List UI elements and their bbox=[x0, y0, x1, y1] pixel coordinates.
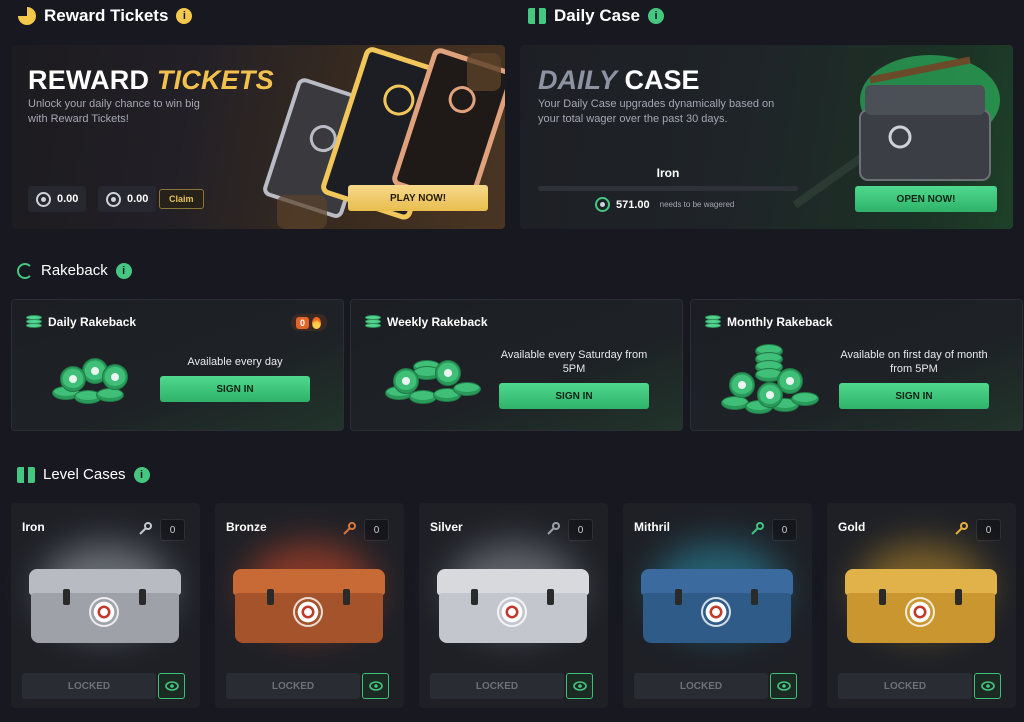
weekly-rakeback-description: Available every Saturday from 5PM bbox=[500, 349, 648, 375]
case-chest-image bbox=[845, 569, 997, 644]
case-chest-image bbox=[29, 569, 181, 644]
wager-progress-bar bbox=[538, 186, 798, 191]
eye-icon bbox=[776, 681, 791, 691]
key-count: 0 bbox=[160, 519, 185, 541]
case-name: Mithril bbox=[634, 520, 670, 534]
coin-pile-illustration bbox=[721, 338, 821, 418]
key-icon bbox=[955, 522, 968, 535]
monthly-rakeback-sign-in-button[interactable]: SIGN IN bbox=[839, 383, 989, 409]
coin-stack-icon bbox=[365, 315, 381, 329]
case-chest-image bbox=[233, 569, 385, 644]
gift-icon bbox=[528, 8, 546, 24]
ticket-coin-icon bbox=[106, 191, 121, 207]
refresh-icon bbox=[17, 262, 33, 279]
eye-icon bbox=[164, 681, 179, 691]
case-name: Iron bbox=[22, 520, 45, 534]
coin-pile-illustration bbox=[385, 346, 481, 411]
reward-tickets-description: Unlock your daily chance to win big with… bbox=[28, 98, 200, 125]
locked-button[interactable]: LOCKED bbox=[226, 673, 360, 699]
ticket-pie-icon bbox=[18, 7, 36, 25]
daily-rakeback-description: Available every day bbox=[187, 356, 283, 368]
play-now-button[interactable]: PLAY NOW! bbox=[348, 185, 488, 211]
case-emblem-icon bbox=[497, 597, 527, 627]
case-chest-image bbox=[437, 569, 589, 644]
preview-case-button[interactable] bbox=[158, 673, 185, 699]
ticket-coin-icon bbox=[36, 191, 51, 207]
preview-case-button[interactable] bbox=[566, 673, 593, 699]
level-case-card[interactable]: Iron 0 LOCKED bbox=[11, 503, 200, 708]
eye-icon bbox=[368, 681, 383, 691]
key-icon bbox=[343, 522, 356, 535]
case-emblem-icon bbox=[293, 597, 323, 627]
key-icon bbox=[139, 522, 152, 535]
case-emblem-icon bbox=[905, 597, 935, 627]
locked-button[interactable]: LOCKED bbox=[634, 673, 768, 699]
flame-icon bbox=[312, 316, 321, 329]
reward-tickets-title: REWARD TICKETS bbox=[28, 65, 274, 95]
daily-rakeback-sign-in-button[interactable]: SIGN IN bbox=[160, 376, 310, 402]
daily-rakeback-title: Daily Rakeback bbox=[26, 315, 136, 329]
locked-button[interactable]: LOCKED bbox=[430, 673, 564, 699]
level-case-card[interactable]: Gold 0 LOCKED bbox=[827, 503, 1016, 708]
coin-pile-illustration bbox=[52, 348, 132, 408]
daily-case-tier: Iron bbox=[656, 166, 680, 180]
level-cases-heading: Level Cases i bbox=[17, 466, 150, 483]
case-chest-image bbox=[641, 569, 793, 644]
monthly-rakeback-card: Monthly Rakeback Available on first day … bbox=[690, 299, 1023, 431]
locked-button[interactable]: LOCKED bbox=[22, 673, 156, 699]
rakeback-heading: Rakeback i bbox=[17, 262, 132, 279]
coin-icon bbox=[595, 197, 610, 212]
reward-tickets-heading: Reward Tickets i bbox=[18, 6, 193, 26]
streak-badge: 0 bbox=[291, 314, 327, 331]
monthly-rakeback-description: Available on first day of month from 5PM bbox=[840, 349, 988, 375]
ticket-balance-1: 0.00 bbox=[28, 186, 87, 212]
open-now-button[interactable]: OPEN NOW! bbox=[855, 186, 997, 212]
info-icon[interactable]: i bbox=[176, 8, 193, 24]
preview-case-button[interactable] bbox=[770, 673, 797, 699]
case-name: Bronze bbox=[226, 520, 267, 534]
weekly-rakeback-title: Weekly Rakeback bbox=[365, 315, 488, 329]
monthly-rakeback-title: Monthly Rakeback bbox=[705, 315, 832, 329]
key-count: 0 bbox=[772, 519, 797, 541]
info-icon[interactable]: i bbox=[133, 466, 150, 483]
level-case-card[interactable]: Silver 0 LOCKED bbox=[419, 503, 608, 708]
daily-case-title: DAILY CASE bbox=[538, 65, 700, 95]
wager-requirement: 571.00 needs to be wagered bbox=[595, 197, 734, 212]
coin-stack-icon bbox=[705, 315, 721, 329]
preview-case-button[interactable] bbox=[974, 673, 1001, 699]
daily-rakeback-card: Daily Rakeback 0 Available every day SIG… bbox=[11, 299, 344, 431]
eye-icon bbox=[980, 681, 995, 691]
daily-case-panel: DAILY CASE Your Daily Case upgrades dyna… bbox=[520, 45, 1013, 229]
key-count: 0 bbox=[364, 519, 389, 541]
case-name: Silver bbox=[430, 520, 463, 534]
weekly-rakeback-sign-in-button[interactable]: SIGN IN bbox=[499, 383, 649, 409]
case-emblem-icon bbox=[89, 597, 119, 627]
ticket-balance-2: 0.00 bbox=[98, 186, 157, 212]
daily-case-heading-text: Daily Case bbox=[554, 6, 640, 25]
gift-icon bbox=[17, 466, 35, 483]
info-icon[interactable]: i bbox=[648, 8, 664, 24]
locked-button[interactable]: LOCKED bbox=[838, 673, 972, 699]
level-case-card[interactable]: Bronze 0 LOCKED bbox=[215, 503, 404, 708]
case-name: Gold bbox=[838, 520, 866, 534]
preview-case-button[interactable] bbox=[362, 673, 389, 699]
weekly-rakeback-card: Weekly Rakeback Available every Saturday… bbox=[350, 299, 683, 431]
level-case-card[interactable]: Mithril 0 LOCKED bbox=[623, 503, 812, 708]
eye-icon bbox=[572, 681, 587, 691]
coin-stack-icon bbox=[26, 315, 42, 329]
case-emblem-icon bbox=[701, 597, 731, 627]
daily-case-description: Your Daily Case upgrades dynamically bas… bbox=[538, 98, 775, 125]
reward-tickets-panel: REWARD TICKETS Unlock your daily chance … bbox=[12, 45, 505, 229]
key-count: 0 bbox=[568, 519, 593, 541]
key-count: 0 bbox=[976, 519, 1001, 541]
claim-button[interactable]: Claim bbox=[159, 189, 204, 209]
key-icon bbox=[751, 522, 764, 535]
reward-tickets-heading-text: Reward Tickets bbox=[44, 6, 169, 25]
key-icon bbox=[547, 522, 560, 535]
daily-case-heading: Daily Case i bbox=[528, 6, 664, 26]
info-icon[interactable]: i bbox=[115, 262, 132, 279]
